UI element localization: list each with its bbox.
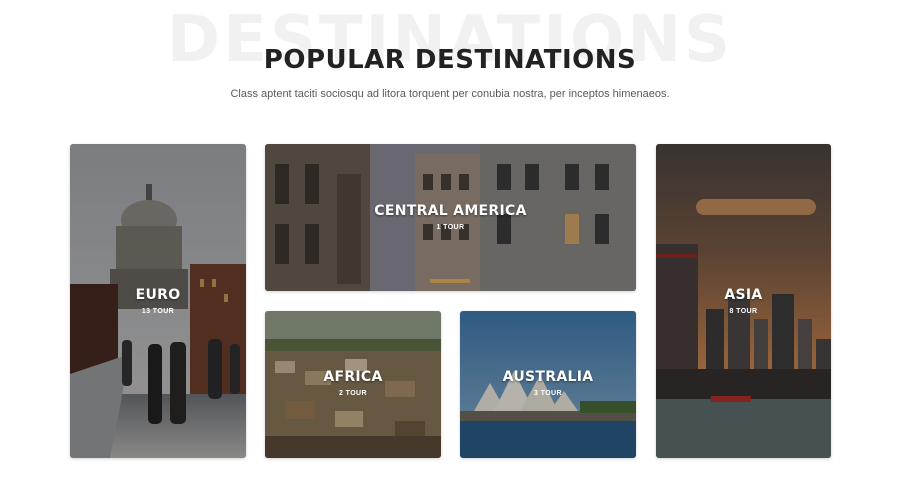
destination-card-australia[interactable]: AUSTRALIA 3 TOUR xyxy=(460,311,636,458)
tour-count: 2 TOUR xyxy=(339,390,367,397)
tour-count: 1 TOUR xyxy=(436,224,465,231)
section-header: DESTINATIONS POPULAR DESTINATIONS Class … xyxy=(0,0,900,130)
africa-label: AFRICA 2 TOUR xyxy=(265,368,441,397)
destination-card-africa[interactable]: AFRICA 2 TOUR xyxy=(265,311,441,458)
destination-name: AFRICA xyxy=(323,369,383,385)
destination-card-euro[interactable]: EURO 13 TOUR xyxy=(70,144,246,458)
central-america-label: CENTRAL AMERICA 1 TOUR xyxy=(265,202,636,231)
tour-count: 13 TOUR xyxy=(141,308,175,315)
australia-label: AUSTRALIA 3 TOUR xyxy=(460,368,636,397)
euro-label: EURO 13 TOUR xyxy=(70,286,246,315)
destination-card-central-america[interactable]: CENTRAL AMERICA 1 TOUR xyxy=(265,144,636,291)
asia-label: ASIA 8 TOUR xyxy=(656,286,831,315)
destination-card-asia[interactable]: ASIA 8 TOUR xyxy=(656,144,831,458)
destination-name: ASIA xyxy=(724,287,763,303)
destination-name: EURO xyxy=(135,287,181,303)
tour-count: 3 TOUR xyxy=(534,390,562,397)
destination-name: AUSTRALIA xyxy=(502,369,594,385)
section-title: POPULAR DESTINATIONS xyxy=(263,45,637,75)
tour-count: 8 TOUR xyxy=(729,308,758,315)
section-subtitle: Class aptent taciti sociosqu ad litora t… xyxy=(230,88,670,100)
destination-name: CENTRAL AMERICA xyxy=(374,203,527,219)
